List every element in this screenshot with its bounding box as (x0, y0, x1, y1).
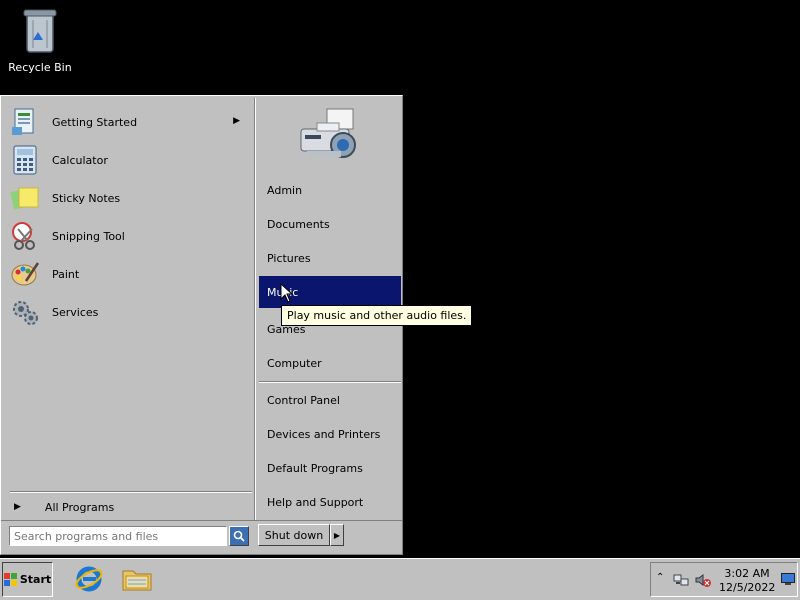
tooltip: Play music and other audio files. (281, 305, 473, 326)
search-input[interactable] (9, 526, 227, 546)
chevron-right-icon: ▶ (333, 530, 341, 540)
place-computer[interactable]: Computer (259, 348, 401, 378)
clock[interactable]: 3:02 AM 12/5/2022 (719, 567, 775, 595)
show-hidden-icons-button[interactable]: ⌃ (656, 572, 664, 583)
internet-explorer-icon (75, 566, 103, 592)
place-devices-and-printers[interactable]: Devices and Printers (259, 419, 401, 449)
calculator-icon (8, 143, 42, 177)
divider (259, 381, 401, 383)
all-programs-button[interactable]: ▶ All Programs (10, 497, 252, 517)
start-label: Start (19, 573, 52, 586)
search-button[interactable] (229, 526, 249, 546)
place-label: Documents (267, 217, 330, 231)
expand-arrow-icon: ▶ (14, 502, 21, 512)
clock-time: 3:02 AM (724, 567, 770, 580)
paint-icon (8, 257, 42, 291)
recycle-bin-icon (23, 9, 57, 53)
place-help-and-support[interactable]: Help and Support (259, 487, 401, 517)
shut-down-options-button[interactable]: ▶ (330, 524, 344, 546)
place-label: Help and Support (267, 495, 364, 509)
programs-pane: Getting Started ▶ Calculator Sticky Note… (4, 99, 253, 519)
shut-down-label: Shut down (264, 528, 324, 542)
all-programs-label: All Programs (44, 500, 115, 514)
place-label: Computer (267, 356, 322, 370)
folder-icon (122, 570, 152, 591)
program-label: Calculator (52, 153, 108, 167)
program-label: Paint (52, 267, 80, 281)
mouse-cursor-icon (280, 283, 294, 303)
program-services[interactable]: Services (8, 294, 248, 330)
program-paint[interactable]: Paint (8, 256, 248, 292)
place-admin[interactable]: Admin (259, 175, 401, 205)
start-button[interactable]: Start (2, 562, 53, 597)
submenu-arrow-icon: ▶ (233, 116, 240, 126)
taskbar: Start ⌃ 3:02 AM 12/5/2022 (0, 558, 800, 600)
sticky-notes-icon (8, 181, 42, 215)
program-sticky-notes[interactable]: Sticky Notes (8, 180, 248, 216)
place-label: Pictures (267, 251, 311, 265)
taskbar-windows-explorer[interactable] (120, 563, 154, 595)
program-label: Services (52, 305, 99, 319)
snipping-tool-icon (8, 219, 42, 253)
desktop-icon-recycle-bin[interactable]: Recycle Bin (8, 6, 72, 74)
getting-started-icon (8, 105, 42, 139)
shut-down-button[interactable]: Shut down (258, 524, 330, 546)
desktop-icon-label: Recycle Bin (8, 61, 72, 74)
user-picture-printer-icon (300, 108, 356, 158)
start-menu-bottom-bar: Shut down ▶ (1, 520, 402, 555)
show-desktop-icon[interactable] (781, 573, 795, 585)
network-icon[interactable] (673, 572, 689, 588)
program-label: Snipping Tool (52, 229, 125, 243)
clock-date: 12/5/2022 (719, 581, 776, 594)
place-label: Devices and Printers (267, 427, 381, 441)
place-default-programs[interactable]: Default Programs (259, 453, 401, 483)
system-tray: ⌃ 3:02 AM 12/5/2022 (650, 562, 798, 597)
place-control-panel[interactable]: Control Panel (259, 385, 401, 415)
taskbar-internet-explorer[interactable] (72, 563, 106, 595)
divider (10, 491, 252, 493)
program-calculator[interactable]: Calculator (8, 142, 248, 178)
place-label: Default Programs (267, 461, 363, 475)
search-icon (233, 530, 245, 542)
place-label: Control Panel (267, 393, 340, 407)
program-label: Sticky Notes (52, 191, 121, 205)
place-documents[interactable]: Documents (259, 209, 401, 239)
place-label: Admin (267, 183, 303, 197)
windows-logo-icon (3, 572, 17, 586)
pane-divider (254, 98, 256, 520)
program-getting-started[interactable]: Getting Started ▶ (8, 104, 248, 140)
volume-muted-icon[interactable] (695, 572, 711, 588)
program-label: Getting Started (52, 115, 138, 129)
services-icon (8, 295, 42, 329)
place-pictures[interactable]: Pictures (259, 243, 401, 273)
program-snipping-tool[interactable]: Snipping Tool (8, 218, 248, 254)
